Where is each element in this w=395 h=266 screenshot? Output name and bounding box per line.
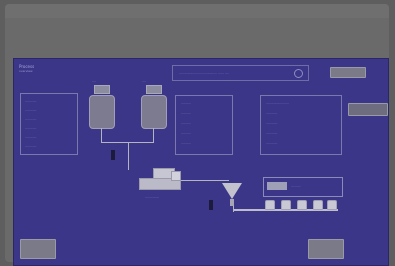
tank-1-cap: [94, 85, 110, 94]
middle-panel-line: ..........: [181, 141, 191, 145]
valve-icon[interactable]: [209, 200, 213, 210]
hopper-nozzle: [230, 199, 234, 206]
status-banner-text: ........................................…: [179, 71, 229, 75]
title-bar: [5, 4, 389, 18]
bottom-left-button[interactable]: [20, 239, 56, 259]
side-button[interactable]: [348, 103, 388, 116]
hopper[interactable]: [222, 183, 242, 199]
mixer-label: ...............: [145, 195, 160, 199]
status-indicator-icon: [294, 69, 303, 78]
left-panel-line: ............: [25, 135, 37, 139]
jar: [313, 200, 323, 210]
left-panel-line: ............: [25, 144, 37, 148]
top-right-button[interactable]: [330, 67, 366, 78]
right-panel-line: ............: [266, 111, 278, 115]
screen-subtitle: overview: [19, 69, 33, 73]
status-banner: ........................................…: [172, 65, 309, 81]
filler-status-panel: ..........: [263, 177, 343, 197]
left-panel-line: ............: [25, 117, 37, 121]
right-panel-line: ............: [266, 121, 278, 125]
middle-panel-line: ..........: [181, 101, 191, 105]
pipe: [153, 128, 154, 142]
app-window: Process overview .......................…: [5, 4, 389, 266]
tank-1-label: ....: [92, 79, 96, 83]
right-panel-line: ............: [266, 131, 278, 135]
middle-panel-line: ..........: [181, 121, 191, 125]
right-panel-line: ............: [266, 141, 278, 145]
middle-panel-line: ..........: [181, 131, 191, 135]
left-panel-line: ............: [25, 99, 37, 103]
middle-panel-line: ..........: [181, 111, 191, 115]
filler-status-readout: [267, 182, 287, 190]
jar: [281, 200, 291, 210]
jar: [265, 200, 275, 210]
jar: [297, 200, 307, 210]
pipe: [101, 128, 102, 142]
left-panel-line: ............: [25, 126, 37, 130]
right-panel-line: ........................: [266, 101, 289, 105]
bottom-right-button[interactable]: [308, 239, 344, 259]
hmi-screen: Process overview .......................…: [13, 58, 389, 266]
tank-2-cap: [146, 85, 162, 94]
tank-2[interactable]: [141, 95, 167, 129]
tank-1[interactable]: [89, 95, 115, 129]
pipe: [128, 142, 129, 170]
left-panel-line: ............: [25, 108, 37, 112]
left-info-panel: ............ ............ ............ .…: [20, 93, 78, 155]
right-info-panel: ........................ ............ ..…: [260, 95, 342, 155]
filler-status-text: ..........: [291, 184, 301, 188]
middle-info-panel: .......... .......... .......... .......…: [175, 95, 233, 155]
mixer-machine[interactable]: [139, 168, 185, 192]
jar: [327, 200, 337, 210]
valve-icon[interactable]: [111, 150, 115, 160]
tank-2-label: ....: [142, 79, 146, 83]
